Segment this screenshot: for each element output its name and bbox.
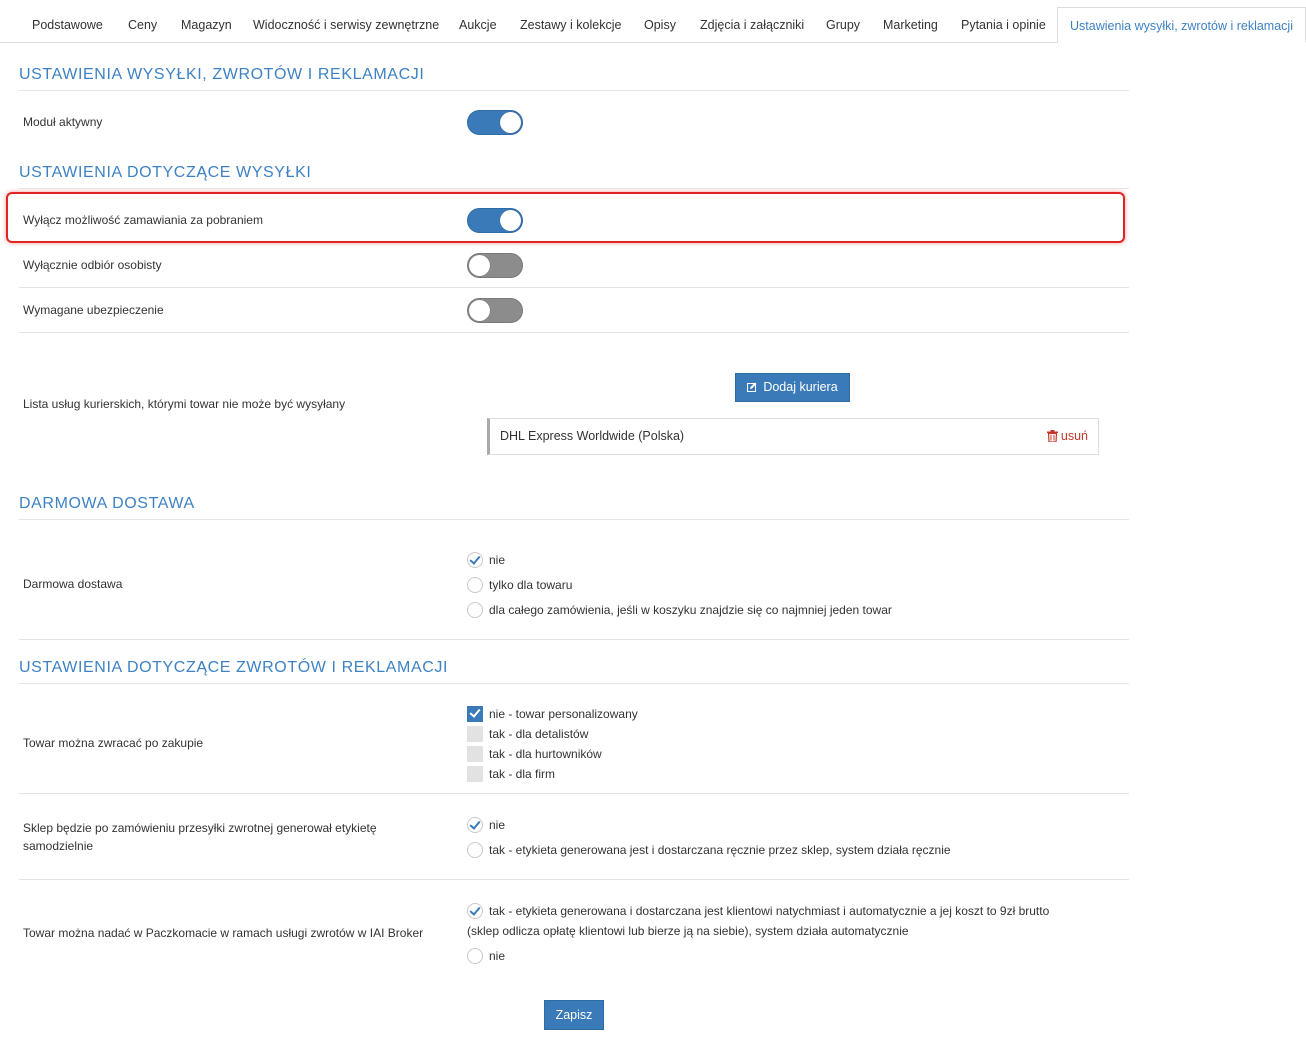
toggle-knob xyxy=(469,300,490,321)
label-generation-option-nie[interactable]: nie xyxy=(467,815,505,833)
section-heading-main: USTAWIENIA WYSYŁKI, ZWROTÓW I REKLAMACJI xyxy=(19,66,1129,91)
label-generation-option-manual[interactable]: tak - etykieta generowana jest i dostarc… xyxy=(467,840,951,858)
option-label: tak - dla firm xyxy=(489,766,556,781)
courier-list-item: DHL Express Worldwide (Polska) usuń xyxy=(487,418,1099,455)
module-active-label: Moduł aktywny xyxy=(23,115,103,129)
courier-list-label: Lista usług kurierskich, którymi towar n… xyxy=(23,397,346,411)
option-label: tak - etykieta generowana i dostarczana … xyxy=(489,903,1050,918)
add-courier-label: Dodaj kuriera xyxy=(763,380,838,394)
trash-icon xyxy=(1046,430,1058,442)
save-button[interactable]: Zapisz xyxy=(544,1000,604,1030)
divider xyxy=(19,639,1129,640)
tab-bar: Podstawowe Ceny Magazyn Widoczność i ser… xyxy=(0,0,1306,43)
option-label: tak - etykieta generowana jest i dostarc… xyxy=(489,842,951,857)
free-delivery-option-order[interactable]: dla całego zamówienia, jeśli w koszyku z… xyxy=(467,600,892,618)
option-label: nie xyxy=(489,817,506,832)
tab-zestawy[interactable]: Zestawy i kolekcje xyxy=(520,0,621,43)
personal-pickup-toggle[interactable] xyxy=(467,253,523,278)
option-label: tylko dla towaru xyxy=(489,577,573,592)
radio-button[interactable] xyxy=(467,816,483,833)
radio-button[interactable] xyxy=(467,841,483,858)
checkbox[interactable] xyxy=(467,765,483,782)
radio-button[interactable] xyxy=(467,551,483,568)
radio-button[interactable] xyxy=(467,902,483,919)
disable-cod-toggle[interactable] xyxy=(467,208,523,233)
tab-marketing[interactable]: Marketing xyxy=(883,0,938,43)
divider xyxy=(19,793,1129,794)
label-generation-label-line2: samodzielnie xyxy=(23,839,94,853)
insurance-label: Wymagane ubezpieczenie xyxy=(23,303,164,317)
radio-button[interactable] xyxy=(467,947,483,964)
disable-cod-label: Wyłącz możliwość zamawiania za pobraniem xyxy=(23,213,263,227)
option-label-continued: (sklep odlicza opłatę klientowi lub bier… xyxy=(467,923,909,938)
add-courier-button[interactable]: Dodaj kuriera xyxy=(735,373,850,402)
section-heading-shipping: USTAWIENIA DOTYCZĄCE WYSYŁKI xyxy=(19,164,1129,189)
paczkomat-option-nie[interactable]: nie xyxy=(467,946,505,964)
radio-button[interactable] xyxy=(467,576,483,593)
returnable-option-wholesale[interactable]: tak - dla hurtowników xyxy=(467,744,602,762)
label-generation-label-line1: Sklep będzie po zamówieniu przesyłki zwr… xyxy=(23,821,377,835)
tab-widocznosc[interactable]: Widoczność i serwisy zewnętrzne xyxy=(253,0,439,43)
tab-magazyn[interactable]: Magazyn xyxy=(181,0,232,43)
tab-ceny[interactable]: Ceny xyxy=(128,0,157,43)
tab-ustawienia-wysylki[interactable]: Ustawienia wysyłki, zwrotów i reklamacji xyxy=(1057,7,1306,43)
edit-icon xyxy=(747,382,757,392)
courier-name: DHL Express Worldwide (Polska) xyxy=(500,429,685,443)
returnable-option-retail[interactable]: tak - dla detalistów xyxy=(467,724,588,742)
option-label: nie - towar personalizowany xyxy=(489,706,638,721)
divider xyxy=(19,332,1129,333)
paczkomat-option-tak-line2: (sklep odlicza opłatę klientowi lub bier… xyxy=(467,921,909,939)
module-active-toggle[interactable] xyxy=(467,110,523,135)
remove-label: usuń xyxy=(1060,429,1088,443)
tab-pytania[interactable]: Pytania i opinie xyxy=(961,0,1046,43)
option-label: nie xyxy=(489,552,506,567)
tab-podstawowe[interactable]: Podstawowe xyxy=(32,0,103,43)
personal-pickup-label: Wyłącznie odbiór osobisty xyxy=(23,258,162,272)
checkbox[interactable] xyxy=(467,705,483,722)
paczkomat-label: Towar można nadać w Paczkomacie w ramach… xyxy=(23,926,424,940)
returnable-option-personalized[interactable]: nie - towar personalizowany xyxy=(467,704,638,722)
returnable-option-companies[interactable]: tak - dla firm xyxy=(467,764,555,782)
paczkomat-option-tak[interactable]: tak - etykieta generowana i dostarczana … xyxy=(467,901,1049,919)
free-delivery-option-nie[interactable]: nie xyxy=(467,550,505,568)
option-label: dla całego zamówienia, jeśli w koszyku z… xyxy=(489,602,892,617)
divider xyxy=(19,879,1129,880)
radio-button[interactable] xyxy=(467,601,483,618)
tab-aukcje[interactable]: Aukcje xyxy=(459,0,497,43)
returnable-label: Towar można zwracać po zakupie xyxy=(23,736,204,750)
checkbox[interactable] xyxy=(467,725,483,742)
insurance-toggle[interactable] xyxy=(467,298,523,323)
option-label: tak - dla hurtowników xyxy=(489,746,602,761)
tab-opisy[interactable]: Opisy xyxy=(644,0,676,43)
option-label: nie xyxy=(489,948,506,963)
checkbox[interactable] xyxy=(467,745,483,762)
divider xyxy=(19,287,1129,288)
option-label: tak - dla detalistów xyxy=(489,726,589,741)
free-delivery-label: Darmowa dostawa xyxy=(23,577,123,591)
toggle-knob xyxy=(469,255,490,276)
remove-courier-link[interactable]: usuń xyxy=(1046,429,1088,443)
section-heading-free-delivery: DARMOWA DOSTAWA xyxy=(19,495,1129,520)
section-heading-returns: USTAWIENIA DOTYCZĄCE ZWROTÓW I REKLAMACJ… xyxy=(19,659,1129,684)
tab-zdjecia[interactable]: Zdjęcia i załączniki xyxy=(700,0,804,43)
free-delivery-option-product[interactable]: tylko dla towaru xyxy=(467,575,572,593)
toggle-knob xyxy=(500,112,521,133)
toggle-knob xyxy=(500,210,521,231)
tab-grupy[interactable]: Grupy xyxy=(826,0,860,43)
